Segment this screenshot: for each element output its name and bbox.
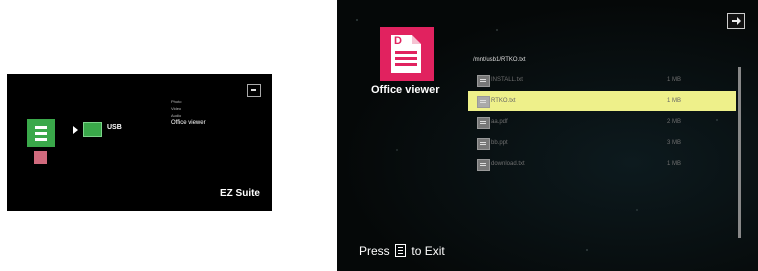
file-size: 1 MB <box>667 161 682 167</box>
file-icon <box>477 159 490 171</box>
menu-item-photo[interactable]: Photo <box>171 98 206 105</box>
usb-drive-icon[interactable] <box>27 119 55 147</box>
file-row[interactable]: INSTALL.txt 1 MB <box>468 70 736 90</box>
scrollbar[interactable] <box>738 67 741 238</box>
file-row-selected[interactable]: RTKO.txt 1 MB <box>468 91 736 111</box>
exit-hint: Press to Exit <box>359 243 445 258</box>
file-name: INSTALL.txt <box>491 77 523 83</box>
exit-icon[interactable] <box>247 84 261 97</box>
file-size: 3 MB <box>667 140 682 146</box>
file-icon <box>477 96 490 108</box>
file-size: 1 MB <box>667 77 682 83</box>
usb-label: USB <box>107 124 122 131</box>
file-icon <box>477 138 490 150</box>
file-icon <box>477 117 490 129</box>
file-name: download.txt <box>491 161 525 167</box>
brand-label: EZ Suite <box>219 188 260 199</box>
office-document-icon: D <box>380 27 434 81</box>
file-name: bb.ppt <box>491 140 508 146</box>
file-row[interactable]: download.txt 1 MB <box>468 154 736 174</box>
icon-letter: D <box>394 35 402 47</box>
menu-item-video[interactable]: Video <box>171 105 206 112</box>
file-path: /mnt/usb1/RTKO.txt <box>473 57 526 63</box>
usb-badge-icon <box>83 122 102 137</box>
file-size: 2 MB <box>667 119 682 125</box>
exit-hint-suffix: to Exit <box>411 243 445 258</box>
office-viewer-screen: D Office viewer /mnt/usb1/RTKO.txt INSTA… <box>337 0 758 271</box>
media-menu: Photo Video Audio Office viewer <box>171 98 206 128</box>
app-title: Office viewer <box>371 84 440 96</box>
file-name: aa.pdf <box>491 119 508 125</box>
file-row[interactable]: aa.pdf 2 MB <box>468 112 736 132</box>
memory-card-icon[interactable] <box>34 151 47 164</box>
exit-hint-prefix: Press <box>359 243 390 258</box>
file-size: 1 MB <box>667 98 682 104</box>
file-row[interactable]: bb.ppt 3 MB <box>468 133 736 153</box>
arrow-right-icon <box>73 126 78 134</box>
file-list: INSTALL.txt 1 MB RTKO.txt 1 MB aa.pdf 2 … <box>468 70 736 175</box>
file-name: RTKO.txt <box>491 98 516 104</box>
menu-item-office-viewer[interactable]: Office viewer <box>171 119 206 128</box>
file-icon <box>477 75 490 87</box>
ez-suite-thumbnail: USB Photo Video Audio Office viewer EZ S… <box>7 74 272 211</box>
menu-item-audio[interactable]: Audio <box>171 112 206 119</box>
menu-icon <box>395 244 407 258</box>
exit-icon[interactable] <box>727 13 745 29</box>
